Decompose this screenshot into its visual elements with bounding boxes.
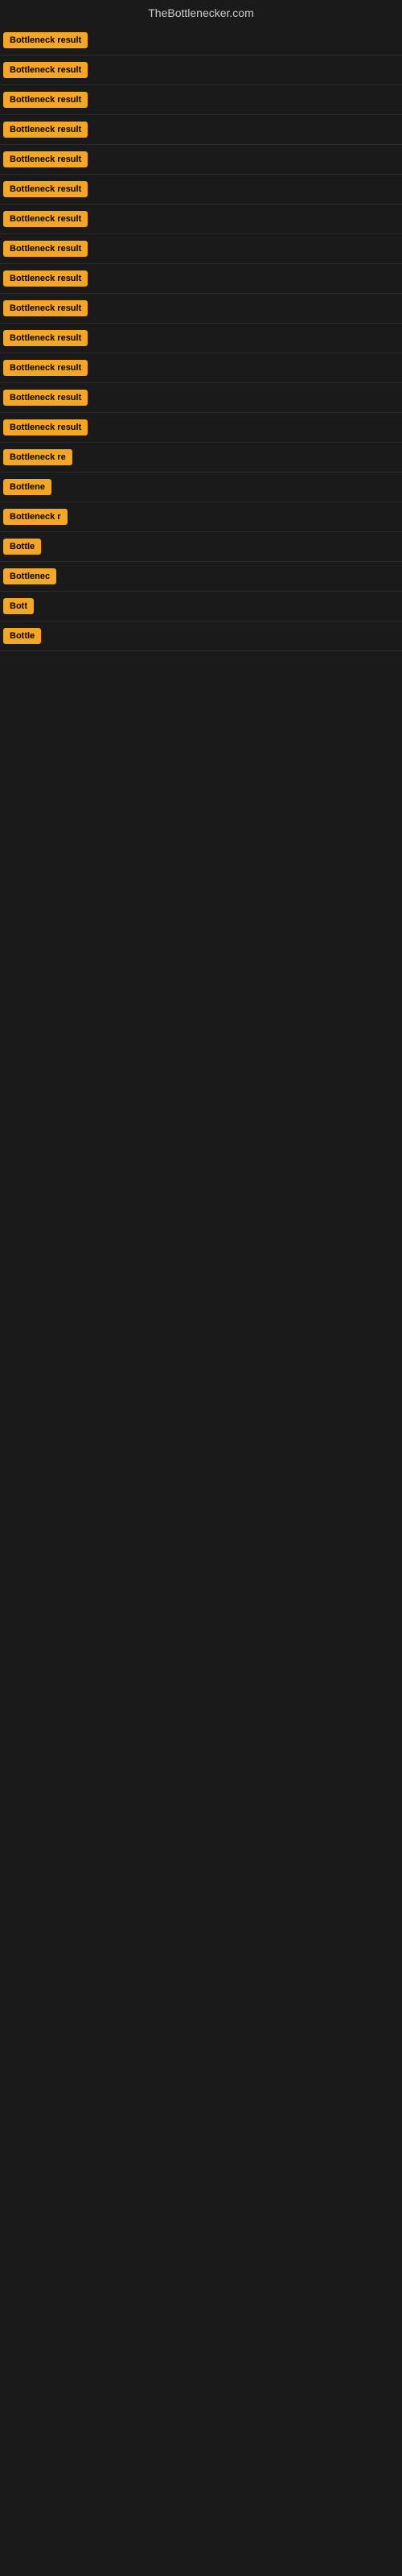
bottleneck-badge-3[interactable]: Bottleneck result — [3, 92, 88, 108]
bottleneck-badge-21[interactable]: Bottle — [3, 628, 41, 644]
result-row-13: Bottleneck result — [0, 383, 402, 413]
result-row-8: Bottleneck result — [0, 234, 402, 264]
result-row-16: Bottlene — [0, 473, 402, 502]
result-row-17: Bottleneck r — [0, 502, 402, 532]
result-row-2: Bottleneck result — [0, 56, 402, 85]
bottleneck-badge-16[interactable]: Bottlene — [3, 479, 51, 495]
result-row-19: Bottlenec — [0, 562, 402, 592]
result-row-11: Bottleneck result — [0, 324, 402, 353]
bottleneck-badge-8[interactable]: Bottleneck result — [3, 241, 88, 257]
bottleneck-badge-12[interactable]: Bottleneck result — [3, 360, 88, 376]
result-row-9: Bottleneck result — [0, 264, 402, 294]
bottleneck-badge-15[interactable]: Bottleneck re — [3, 449, 72, 465]
result-row-12: Bottleneck result — [0, 353, 402, 383]
result-row-15: Bottleneck re — [0, 443, 402, 473]
result-row-18: Bottle — [0, 532, 402, 562]
site-title: TheBottlenecker.com — [0, 0, 402, 26]
result-row-6: Bottleneck result — [0, 175, 402, 204]
bottleneck-badge-20[interactable]: Bott — [3, 598, 34, 614]
bottleneck-badge-7[interactable]: Bottleneck result — [3, 211, 88, 227]
bottleneck-badge-9[interactable]: Bottleneck result — [3, 270, 88, 287]
bottleneck-badge-4[interactable]: Bottleneck result — [3, 122, 88, 138]
result-row-21: Bottle — [0, 621, 402, 651]
bottleneck-badge-18[interactable]: Bottle — [3, 539, 41, 555]
bottleneck-badge-6[interactable]: Bottleneck result — [3, 181, 88, 197]
result-row-3: Bottleneck result — [0, 85, 402, 115]
result-row-14: Bottleneck result — [0, 413, 402, 443]
result-row-20: Bott — [0, 592, 402, 621]
results-container: Bottleneck result Bottleneck result Bottle… — [0, 26, 402, 651]
bottleneck-badge-11[interactable]: Bottleneck result — [3, 330, 88, 346]
bottleneck-badge-5[interactable]: Bottleneck result — [3, 151, 88, 167]
result-row-10: Bottleneck result — [0, 294, 402, 324]
result-row-7: Bottleneck result — [0, 204, 402, 234]
bottleneck-badge-14[interactable]: Bottleneck result — [3, 419, 88, 436]
result-row-5: Bottleneck result — [0, 145, 402, 175]
bottleneck-badge-1[interactable]: Bottleneck result — [3, 32, 88, 48]
result-row-4: Bottleneck result — [0, 115, 402, 145]
bottleneck-badge-17[interactable]: Bottleneck r — [3, 509, 68, 525]
bottleneck-badge-2[interactable]: Bottleneck result — [3, 62, 88, 78]
bottleneck-badge-19[interactable]: Bottlenec — [3, 568, 56, 584]
bottleneck-badge-13[interactable]: Bottleneck result — [3, 390, 88, 406]
result-row-1: Bottleneck result — [0, 26, 402, 56]
bottleneck-badge-10[interactable]: Bottleneck result — [3, 300, 88, 316]
